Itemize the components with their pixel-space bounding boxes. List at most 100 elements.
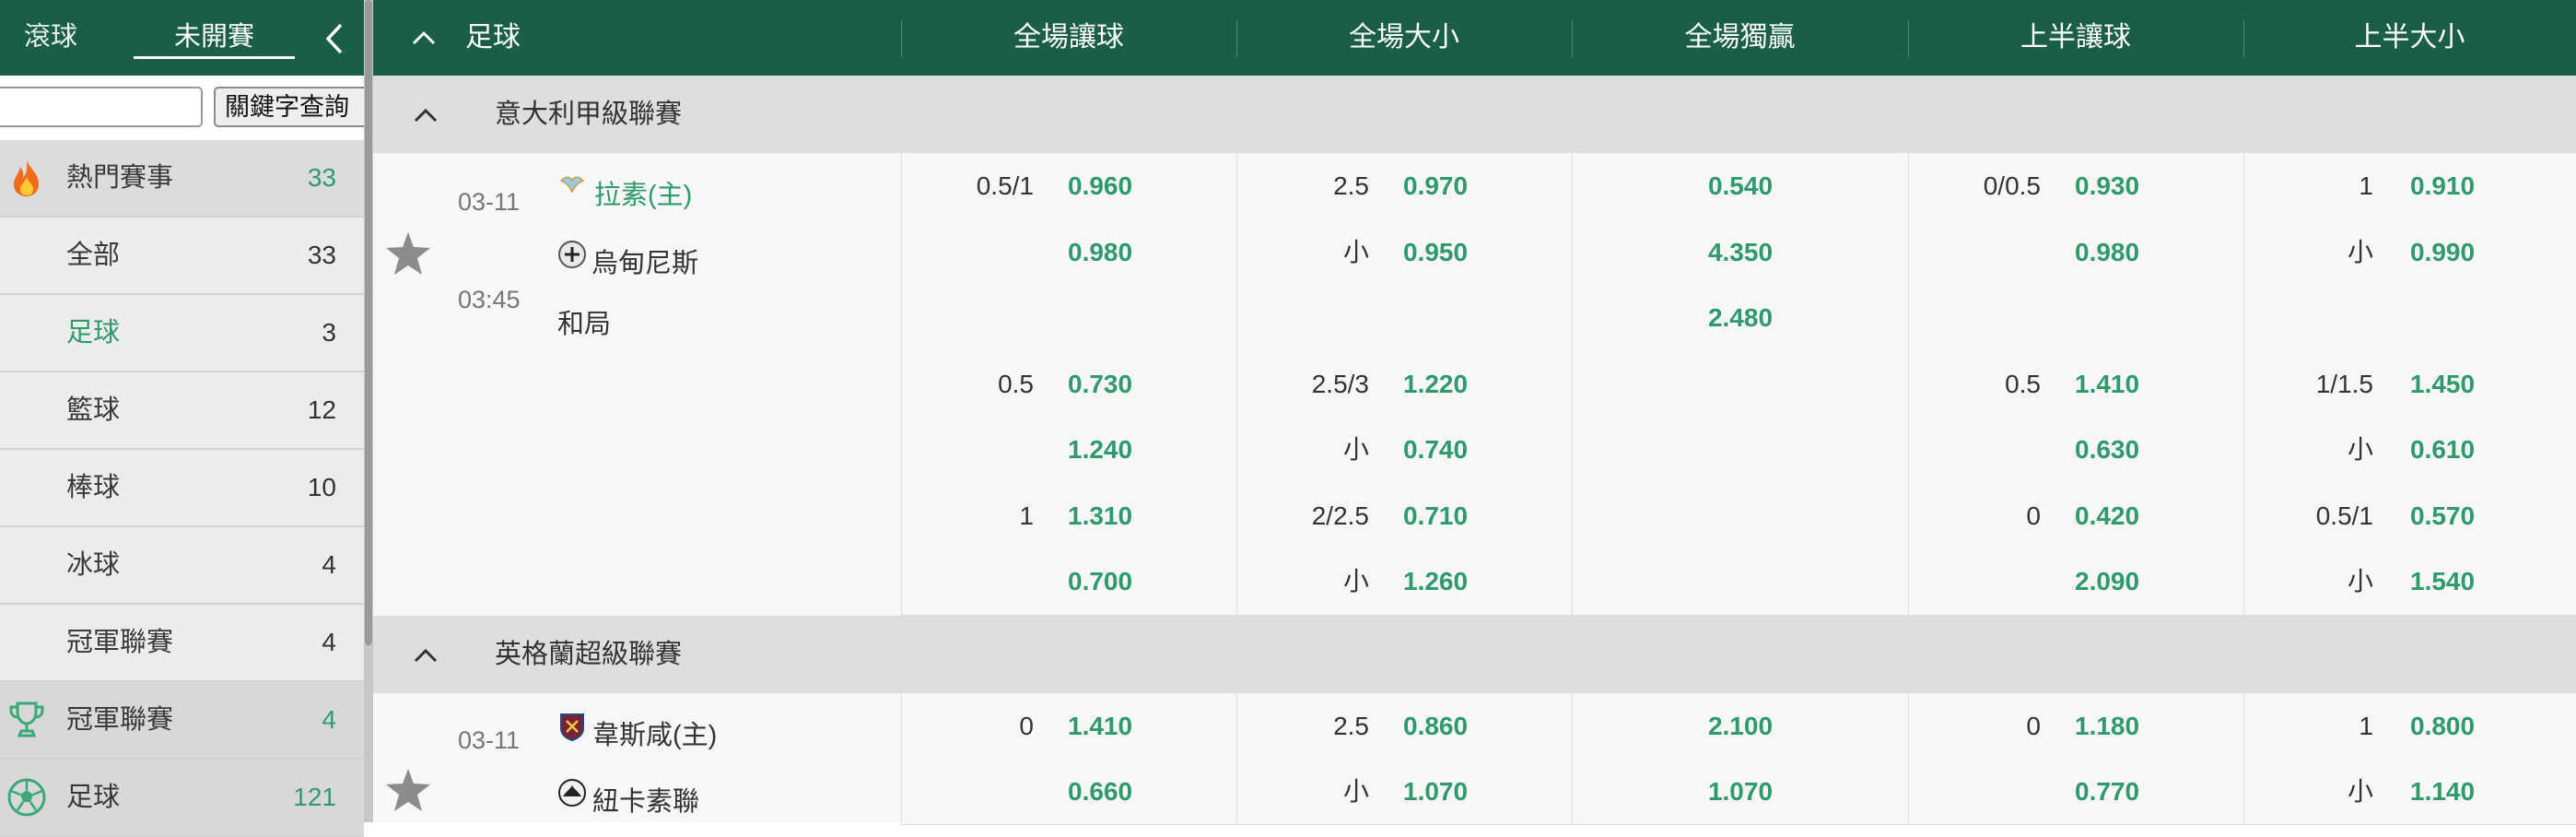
odds-cell-full-handicap[interactable]: 0.5 0.730 xyxy=(901,350,1236,418)
odds-cell-half-handicap[interactable]: 0.980 xyxy=(1908,218,2243,286)
odds-value[interactable]: 0.980 xyxy=(2075,219,2139,286)
tab-upcoming[interactable]: 未開賽 xyxy=(134,0,295,76)
odds-value[interactable]: 1.140 xyxy=(2410,759,2475,824)
odds-cell-full-over-under[interactable]: 2.5/3 1.220 xyxy=(1236,350,1572,418)
odds-value[interactable]: 0.710 xyxy=(1403,483,1468,549)
odds-value[interactable]: 0.610 xyxy=(2410,417,2475,483)
odds-cell-full-handicap[interactable]: 0.700 xyxy=(901,548,1236,615)
odds-value[interactable]: 0.420 xyxy=(2075,483,2139,549)
sidebar-item-all[interactable]: 全部 33 xyxy=(0,218,364,295)
odds-value[interactable]: 0.540 xyxy=(1573,153,1908,219)
odds-cell-half-over-under[interactable]: 小 0.610 xyxy=(2243,417,2576,483)
odds-value[interactable]: 0.990 xyxy=(2410,219,2475,286)
odds-cell-full-handicap[interactable]: 0.980 xyxy=(901,218,1236,286)
odds-cell-full-over-under[interactable]: 小 1.260 xyxy=(1236,548,1572,615)
odds-value[interactable]: 0.800 xyxy=(2410,693,2475,759)
odds-value[interactable]: 0.660 xyxy=(1068,759,1132,824)
odds-cell-half-handicap[interactable]: 0 0.420 xyxy=(1908,482,2243,549)
sidebar-scrollbar[interactable] xyxy=(364,0,373,822)
sidebar-item-label: 全部 xyxy=(66,241,121,270)
sidebar-item-soccer[interactable]: 足球 3 xyxy=(0,295,364,372)
odds-value[interactable]: 0.910 xyxy=(2410,153,2475,219)
odds-cell-full-over-under[interactable]: 2.5 0.860 xyxy=(1236,693,1572,759)
tab-live[interactable]: 滾球 xyxy=(0,0,101,76)
odds-value[interactable]: 0.730 xyxy=(1068,351,1132,418)
odds-value[interactable]: 2.480 xyxy=(1573,285,1908,351)
sidebar-item-baseball[interactable]: 棒球 10 xyxy=(0,450,364,527)
odds-cell-full-moneyline[interactable]: 1.070 xyxy=(1572,759,1908,824)
column-header-half-over-under: 上半大小 xyxy=(2354,22,2465,53)
away-team: 烏甸尼斯 xyxy=(591,249,699,278)
odds-value[interactable]: 0.930 xyxy=(2075,153,2139,219)
odds-cell-full-over-under[interactable]: 小 0.740 xyxy=(1236,417,1572,483)
odds-value[interactable]: 1.450 xyxy=(2410,351,2475,418)
league-header[interactable]: 意大利甲級聯賽 xyxy=(373,76,2576,153)
odds-cell-full-moneyline[interactable]: 2.480 xyxy=(1572,285,1908,351)
odds-cell-half-handicap[interactable]: 0/0.5 0.930 xyxy=(1908,153,2243,219)
odds-cell-full-handicap[interactable]: 0.660 xyxy=(901,759,1236,824)
odds-cell-half-over-under[interactable]: 1 0.910 xyxy=(2243,153,2576,219)
odds-value[interactable]: 0.700 xyxy=(1068,548,1132,615)
odds-value[interactable]: 0.970 xyxy=(1403,153,1468,219)
keyword-search-input[interactable] xyxy=(0,87,203,127)
sidebar-item-ice-hockey[interactable]: 冰球 4 xyxy=(0,527,364,605)
sidebar-item-basketball[interactable]: 籃球 12 xyxy=(0,372,364,450)
odds-cell-full-over-under[interactable]: 小 1.070 xyxy=(1236,759,1572,824)
odds-cell-full-over-under[interactable]: 2.5 0.970 xyxy=(1236,153,1572,219)
chevron-up-icon[interactable] xyxy=(410,24,438,52)
odds-value[interactable]: 0.960 xyxy=(1068,153,1132,219)
odds-cell-half-handicap[interactable]: 2.090 xyxy=(1908,548,2243,615)
odds-cell-full-handicap[interactable]: 0.5/1 0.960 xyxy=(901,153,1236,219)
back-button[interactable] xyxy=(313,0,359,76)
league-header[interactable]: 英格蘭超級聯賽 xyxy=(373,616,2576,693)
odds-value[interactable]: 0.630 xyxy=(2075,417,2139,483)
odds-cell-full-handicap[interactable]: 1 1.310 xyxy=(901,482,1236,549)
star-icon[interactable] xyxy=(384,767,432,813)
sidebar-item-hot[interactable]: 熱門賽事 33 xyxy=(0,140,364,218)
odds-cell-full-over-under[interactable]: 小 0.950 xyxy=(1236,218,1572,286)
odds-value[interactable]: 2.090 xyxy=(2075,548,2139,615)
odds-value[interactable]: 1.410 xyxy=(2075,351,2139,418)
odds-value[interactable]: 1.260 xyxy=(1403,548,1468,615)
odds-cell-half-handicap[interactable]: 0.770 xyxy=(1908,759,2243,824)
odds-cell-half-over-under[interactable]: 0.5/1 0.570 xyxy=(2243,482,2576,549)
keyword-search-button[interactable]: 關鍵字查詢 xyxy=(214,87,370,127)
odds-cell-half-over-under[interactable]: 1 0.800 xyxy=(2243,693,2576,759)
odds-cell-full-handicap[interactable]: 0 1.410 xyxy=(901,693,1236,759)
odds-value[interactable]: 4.350 xyxy=(1573,219,1908,286)
odds-value[interactable]: 1.180 xyxy=(2075,693,2139,759)
odds-cell-full-handicap[interactable]: 1.240 xyxy=(901,417,1236,483)
sidebar-item-outright-category[interactable]: 冠軍聯賽 4 xyxy=(0,682,364,760)
odds-cell-full-moneyline[interactable]: 0.540 xyxy=(1572,153,1908,219)
odds-cell-half-over-under[interactable]: 小 1.140 xyxy=(2243,759,2576,824)
odds-value[interactable]: 0.740 xyxy=(1403,417,1468,483)
odds-value[interactable]: 1.070 xyxy=(1573,759,1908,824)
odds-cell-half-over-under[interactable]: 小 1.540 xyxy=(2243,548,2576,615)
odds-cell-full-over-under[interactable]: 2/2.5 0.710 xyxy=(1236,482,1572,549)
odds-cell-full-moneyline[interactable]: 4.350 xyxy=(1572,218,1908,286)
odds-cell-half-handicap[interactable]: 0.630 xyxy=(1908,417,2243,483)
odds-value[interactable]: 0.860 xyxy=(1403,693,1468,759)
odds-value[interactable]: 0.770 xyxy=(2075,759,2139,824)
odds-value[interactable]: 1.540 xyxy=(2410,548,2475,615)
odds-value[interactable]: 1.410 xyxy=(1068,693,1132,759)
sidebar-item-outright[interactable]: 冠軍聯賽 4 xyxy=(0,605,364,682)
odds-cell-half-over-under[interactable]: 小 0.990 xyxy=(2243,218,2576,286)
odds-value[interactable]: 1.220 xyxy=(1403,351,1468,418)
odds-value[interactable]: 1.310 xyxy=(1068,483,1132,549)
odds-value[interactable]: 1.070 xyxy=(1403,759,1468,824)
odds-cell-half-handicap[interactable]: 0 1.180 xyxy=(1908,693,2243,759)
sidebar-item-soccer-category[interactable]: 足球 121 xyxy=(0,760,364,837)
odds-value[interactable]: 0.980 xyxy=(1068,219,1132,286)
odds-value[interactable]: 2.100 xyxy=(1573,693,1908,759)
odds-value[interactable]: 0.570 xyxy=(2410,483,2475,549)
handicap-line: 1 xyxy=(2359,712,2373,740)
match-info: 03-11 韋斯咸(主) 紐卡素聯 xyxy=(373,693,901,822)
odds-value[interactable]: 0.950 xyxy=(1403,219,1468,286)
odds-value[interactable]: 1.240 xyxy=(1068,417,1132,483)
scrollbar-thumb[interactable] xyxy=(365,0,372,645)
star-icon[interactable] xyxy=(384,230,432,277)
odds-cell-half-over-under[interactable]: 1/1.5 1.450 xyxy=(2243,350,2576,418)
odds-cell-half-handicap[interactable]: 0.5 1.410 xyxy=(1908,350,2243,418)
odds-cell-full-moneyline[interactable]: 2.100 xyxy=(1572,693,1908,759)
